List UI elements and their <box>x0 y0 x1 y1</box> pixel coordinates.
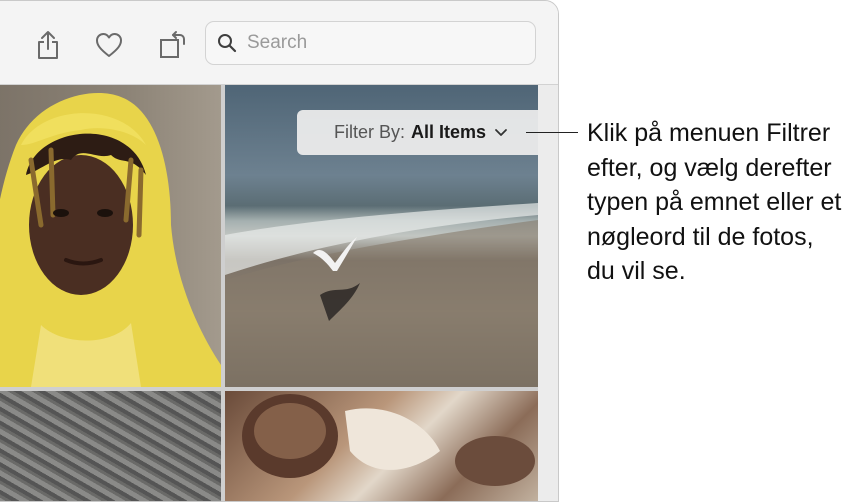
search-field[interactable] <box>205 21 536 65</box>
photo-thumbnail[interactable] <box>225 391 538 501</box>
photo-image <box>0 93 221 387</box>
toolbar <box>0 1 558 85</box>
heart-icon[interactable] <box>93 28 125 62</box>
callout-text: Klik på menuen Filtrer efter, og vælg de… <box>587 119 842 285</box>
toolbar-edge-icon[interactable] <box>0 28 7 62</box>
filter-by-menu[interactable]: Filter By: All Items <box>297 110 545 155</box>
photo-image <box>242 394 535 486</box>
callout-leader-line <box>526 132 578 133</box>
photo-thumbnail[interactable] <box>0 85 221 387</box>
search-icon <box>217 33 237 53</box>
photo-thumbnail[interactable] <box>0 391 221 501</box>
share-icon[interactable] <box>32 28 64 62</box>
filter-by-value: All Items <box>410 122 487 142</box>
photos-window <box>0 0 559 502</box>
rotate-icon[interactable] <box>157 28 189 62</box>
search-input[interactable] <box>247 32 517 54</box>
filter-by-label: Filter By: <box>333 122 405 142</box>
chevron-down-icon <box>494 128 508 138</box>
